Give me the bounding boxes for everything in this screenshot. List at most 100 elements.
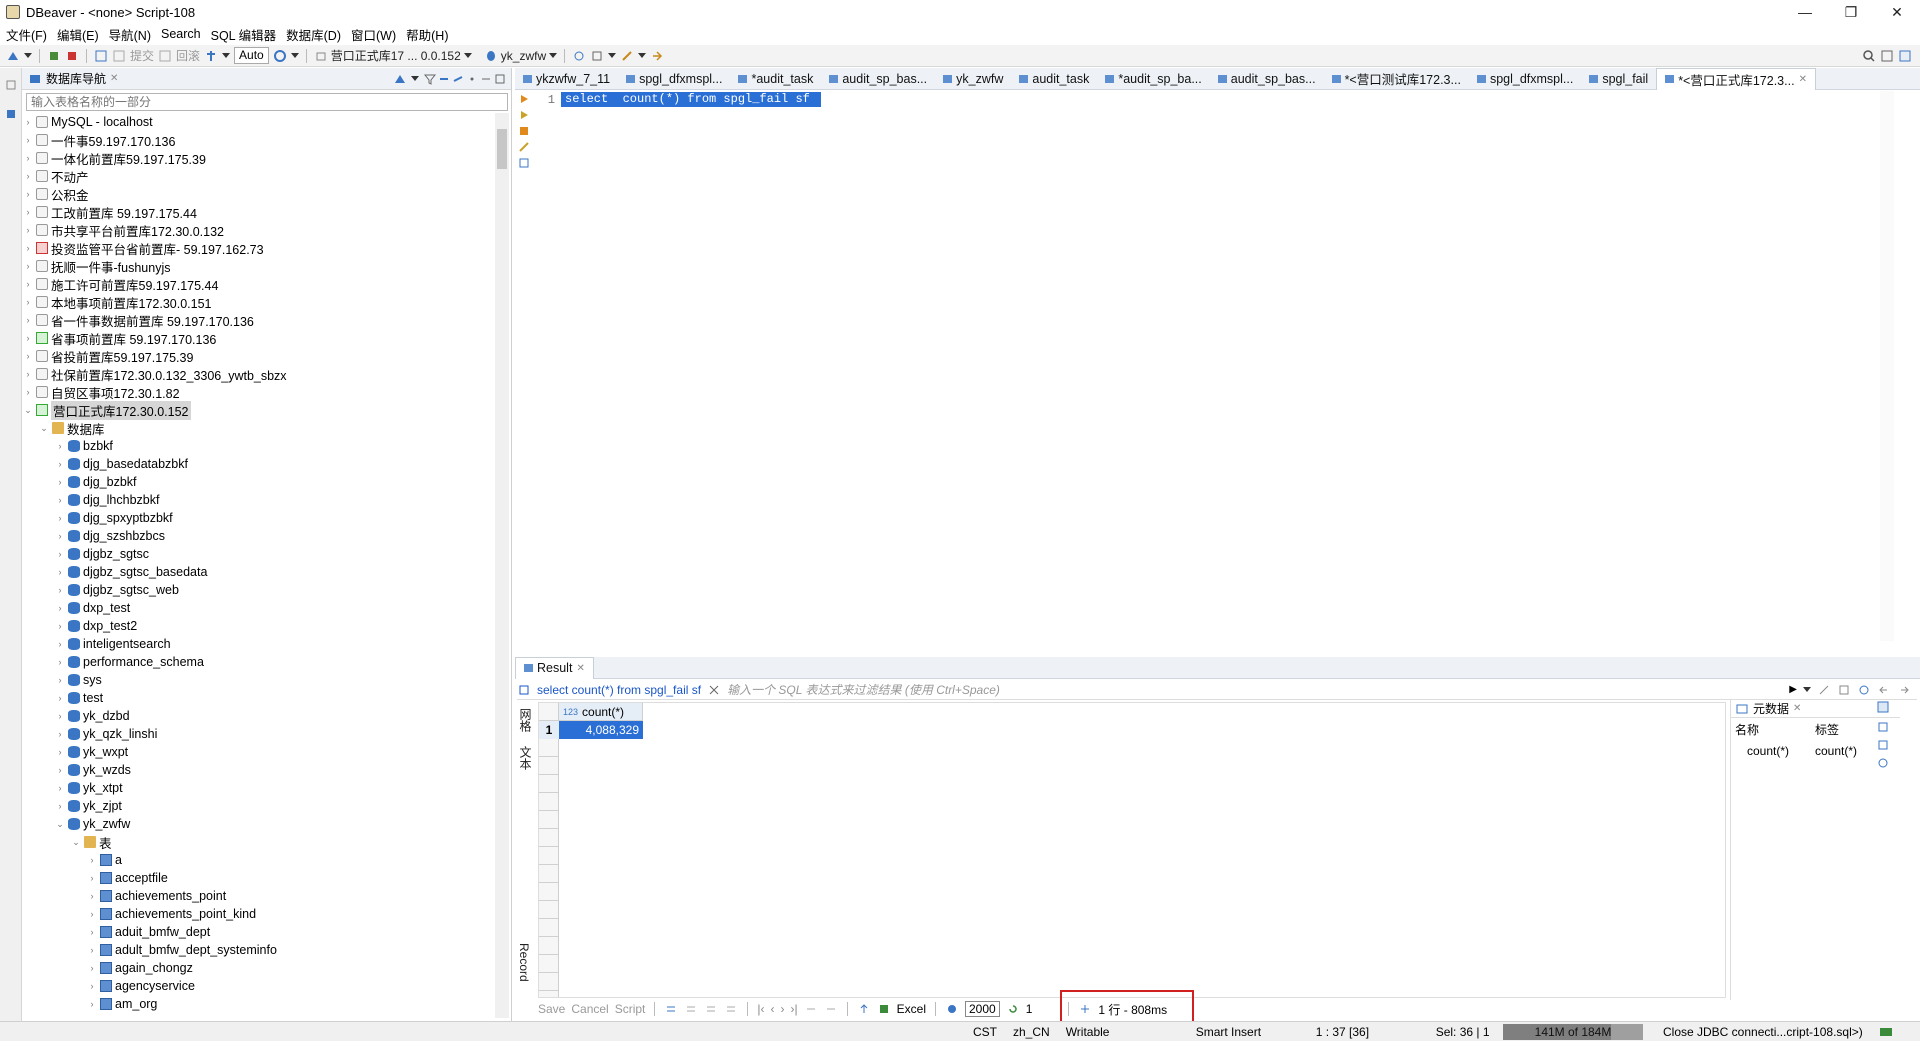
navigate-back-icon[interactable] (1877, 683, 1891, 697)
editor-tab[interactable]: *audit_task (730, 68, 821, 90)
chevron-down-icon[interactable] (24, 53, 32, 58)
editor-tab[interactable]: ykzwfw_7_11 (515, 68, 618, 90)
transaction-log-icon[interactable] (204, 49, 218, 63)
chevron-right-icon[interactable]: › (22, 207, 34, 217)
maximize-view-icon[interactable] (493, 72, 507, 86)
search-icon[interactable] (1862, 49, 1876, 63)
tree-database[interactable]: › dxp_test (22, 599, 492, 617)
tree-database[interactable]: › test (22, 689, 492, 707)
chevron-right-icon[interactable]: › (22, 279, 34, 289)
tree-connection[interactable]: › 不动产 (22, 167, 492, 185)
chevron-right-icon[interactable]: › (54, 693, 66, 703)
tab-database-navigator[interactable]: 数据库导航 ✕ (28, 70, 118, 87)
tree-database-open[interactable]: ⌄ yk_zwfw (22, 815, 492, 833)
chevron-right-icon[interactable]: › (54, 495, 66, 505)
chevron-right-icon[interactable]: › (54, 621, 66, 631)
menu-navigate[interactable]: 导航(N) (109, 25, 151, 44)
tools-icon[interactable] (620, 49, 634, 63)
chevron-right-icon[interactable]: › (86, 873, 98, 883)
tab-text[interactable]: 文本 (517, 746, 534, 770)
tree-database[interactable]: › djg_bzbkf (22, 473, 492, 491)
commit-button[interactable]: 提交 (130, 47, 154, 64)
fetch-size-input[interactable]: 2000 (965, 1001, 1000, 1017)
sql-editor[interactable]: 1 select count(*) from spgl_fail sf (533, 91, 1883, 646)
scrollbar-thumb[interactable] (497, 129, 507, 169)
metadata-row[interactable]: count(*) count(*) (1731, 741, 1900, 761)
execute-in-new-tab-icon[interactable] (517, 108, 531, 122)
chevron-right-icon[interactable]: › (54, 513, 66, 523)
excel-icon[interactable] (877, 1002, 891, 1016)
auto-commit-toggle[interactable]: Auto (234, 47, 269, 64)
tree-connection[interactable]: › 自贸区事项172.30.1.82 (22, 383, 492, 401)
active-schema-selector[interactable]: yk_zwfw (484, 49, 558, 63)
menu-sql-editor[interactable]: SQL 编辑器 (211, 25, 277, 44)
chevron-right-icon[interactable]: › (22, 297, 34, 307)
chevron-down-icon[interactable]: ⌄ (70, 837, 82, 848)
chevron-down-icon[interactable] (290, 53, 299, 58)
tree-table[interactable]: › again_chongz (22, 959, 492, 977)
chevron-down-icon[interactable]: ⌄ (54, 819, 66, 830)
chevron-right-icon[interactable]: › (22, 243, 34, 253)
refresh-icon[interactable] (1006, 1002, 1020, 1016)
tree-database[interactable]: › yk_dzbd (22, 707, 492, 725)
navigator-scrollbar[interactable] (495, 113, 509, 1018)
tree-connection[interactable]: › 一体化前置库59.197.175.39 (22, 149, 492, 167)
editor-horizontal-scrollbar[interactable] (560, 637, 1880, 649)
new-connection-icon[interactable] (6, 49, 20, 63)
heap-status[interactable]: 141M of 184M (1503, 1024, 1643, 1040)
menu-window[interactable]: 窗口(W) (351, 25, 396, 44)
projects-icon[interactable] (4, 78, 18, 92)
chevron-right-icon[interactable]: › (22, 189, 34, 199)
filter-input[interactable]: 输入一个 SQL 表达式来过滤结果 (使用 Ctrl+Space) (727, 681, 1000, 698)
expand-icon[interactable] (707, 683, 721, 697)
chevron-down-icon[interactable]: ⌄ (22, 405, 34, 416)
chevron-right-icon[interactable]: › (22, 225, 34, 235)
column-header[interactable]: 123 count(*) (559, 703, 643, 721)
export-icon[interactable] (857, 1002, 871, 1016)
delete-row-icon[interactable] (724, 1002, 738, 1016)
view-menu-icon[interactable] (465, 72, 479, 86)
menu-edit[interactable]: 编辑(E) (57, 25, 99, 44)
tree-folder-tables[interactable]: ⌄ 表 (22, 833, 492, 851)
editor-tab[interactable]: audit_sp_bas... (821, 68, 935, 90)
menu-search[interactable]: Search (161, 27, 201, 41)
chevron-right-icon[interactable]: › (54, 639, 66, 649)
chevron-right-icon[interactable]: › (54, 567, 66, 577)
active-connection-selector[interactable]: 营口正式库17 ... 0.0.152 (314, 47, 472, 64)
isolation-icon[interactable] (273, 49, 287, 63)
prev-page-icon[interactable]: ‹ (771, 1002, 775, 1016)
chevron-right-icon[interactable]: › (22, 261, 34, 271)
filter-icon[interactable] (423, 72, 437, 86)
tree-folder-databases[interactable]: ⌄ 数据库 (22, 419, 492, 437)
close-icon[interactable]: ✕ (1793, 703, 1801, 714)
chevron-right-icon[interactable]: › (86, 891, 98, 901)
panels-icon[interactable] (1876, 700, 1890, 714)
tree-database[interactable]: › djg_lhchbzbkf (22, 491, 492, 509)
tree-database[interactable]: › sys (22, 671, 492, 689)
chevron-right-icon[interactable]: › (54, 747, 66, 757)
tree-connection[interactable]: › 一件事59.197.170.136 (22, 131, 492, 149)
fetch-next-icon[interactable] (804, 1002, 818, 1016)
connect-icon[interactable] (47, 49, 61, 63)
navigate-forward-icon[interactable] (1897, 683, 1911, 697)
first-page-icon[interactable]: |‹ (757, 1002, 764, 1016)
results-grid[interactable]: 123 count(*) 1 4,088,329 (538, 702, 1726, 998)
chevron-right-icon[interactable]: › (54, 603, 66, 613)
tree-connection[interactable]: › 投资监管平台省前置库- 59.197.162.73 (22, 239, 492, 257)
tree-connection[interactable]: › 施工许可前置库59.197.175.44 (22, 275, 492, 293)
chevron-right-icon[interactable]: › (86, 855, 98, 865)
tree-database[interactable]: › yk_xtpt (22, 779, 492, 797)
collapse-all-icon[interactable] (437, 72, 451, 86)
chevron-right-icon[interactable]: › (54, 801, 66, 811)
filter-history-icon[interactable] (1837, 683, 1851, 697)
refresh-icon[interactable] (1857, 683, 1871, 697)
chevron-right-icon[interactable]: › (86, 945, 98, 955)
chevron-right-icon[interactable]: › (54, 549, 66, 559)
grouping-icon[interactable] (1876, 756, 1890, 770)
chevron-right-icon[interactable]: › (22, 315, 34, 325)
chevron-down-icon[interactable] (1803, 687, 1811, 692)
tree-connection[interactable]: › MySQL - localhost (22, 113, 492, 131)
tree-connection-active[interactable]: ⌄ 营口正式库172.30.0.152 (22, 400, 492, 420)
save-button[interactable]: Save (538, 1002, 565, 1016)
apply-filter-icon[interactable]: ▶ (1789, 684, 1797, 695)
